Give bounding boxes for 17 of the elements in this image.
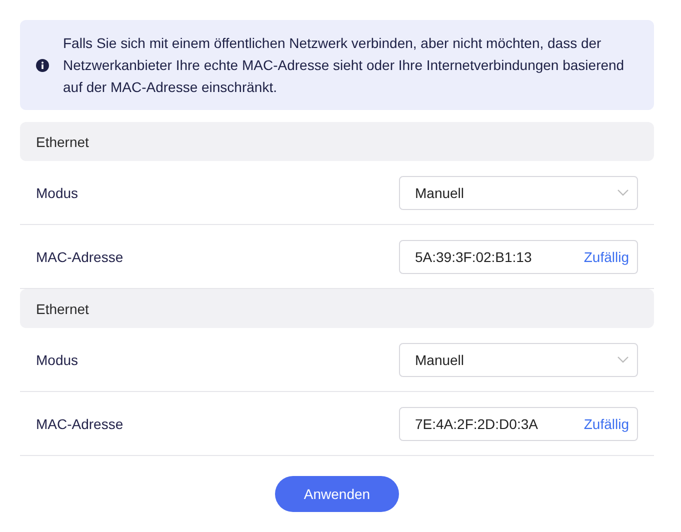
mode-dropdown[interactable]: Manuell: [399, 342, 638, 376]
mac-address-field[interactable]: 7E:4A:2F:2D:D0:3A Zufällig: [399, 406, 638, 440]
section-header: Ethernet: [20, 289, 654, 328]
chevron-down-icon: [617, 188, 629, 196]
chevron-down-icon: [617, 356, 629, 364]
mac-address-field[interactable]: 5A:39:3F:02:B1:13 Zufällig: [399, 240, 638, 274]
field-label: Modus: [36, 352, 78, 368]
random-link[interactable]: Zufällig: [584, 416, 629, 432]
apply-button[interactable]: Anwenden: [275, 476, 399, 512]
section-header: Ethernet: [20, 122, 654, 161]
info-icon: [36, 58, 49, 72]
notice-text: Falls Sie sich mit einem öffentlichen Netzwerk verbinden, aber nicht möchten, dass der Netzwerkanbieter Ihre echte MAC-Adresse sieht oder Ihre Internetverbindungen basierend auf der MAC-Adresse einschränkt.: [63, 34, 626, 97]
field-label: Modus: [36, 184, 78, 200]
mode-dropdown[interactable]: Manuell: [399, 176, 638, 210]
random-link[interactable]: Zufällig: [584, 248, 629, 264]
field-label: MAC-Adresse: [36, 416, 124, 432]
field-label: MAC-Adresse: [36, 248, 124, 264]
